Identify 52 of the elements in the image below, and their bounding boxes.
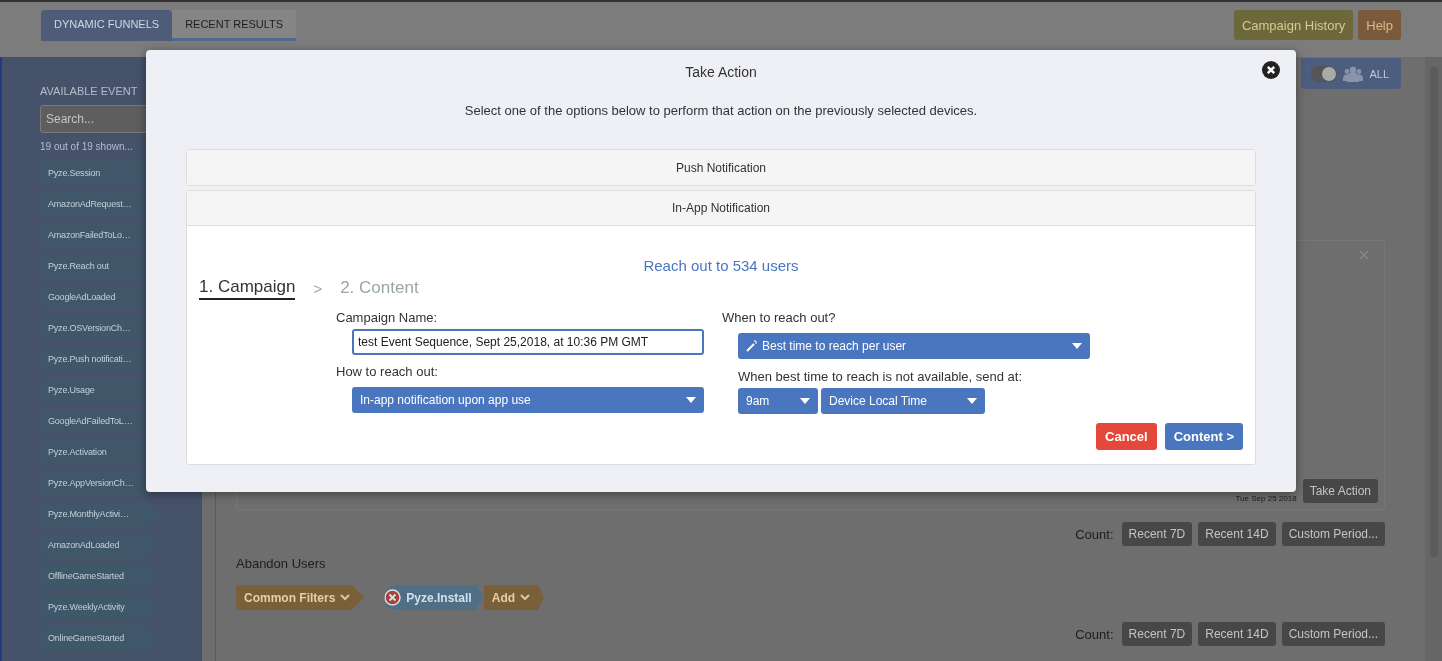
event-tag[interactable]: Pyze.MonthlyActivi… [40,502,162,527]
users-icon [1343,65,1364,82]
reach-count: Reach out to 534 users [643,257,799,274]
section-title: Abandon Users [236,556,327,571]
period-button[interactable]: Custom Period... [1281,622,1385,646]
field-label: Campaign Name: [336,310,438,325]
next-button[interactable]: Content > [1164,423,1243,450]
tab[interactable]: RECENT RESULTS [172,10,297,41]
wizard-step[interactable]: 1. Campaign [199,277,296,300]
help-button[interactable]: Help [1358,10,1401,40]
remove-icon[interactable] [384,589,402,606]
accordion-header[interactable]: In-App Notification [187,191,1255,226]
cancel-button[interactable]: Cancel [1096,423,1157,450]
count-label: Count: [1075,626,1114,642]
accordion-header[interactable]: Push Notification [187,150,1255,185]
event-chip[interactable]: Pyze.Install [384,585,484,610]
sidebar-title: AVAILABLE EVENT [40,85,138,97]
timing-select[interactable]: Best time to reach per user [738,333,1090,359]
field-label: When to reach out? [722,310,836,325]
close-icon[interactable] [1262,61,1280,79]
tab[interactable]: DYNAMIC FUNNELS [41,10,173,41]
period-button[interactable]: Custom Period... [1281,522,1385,546]
magic-wand-icon [746,340,758,352]
event-tag[interactable]: AmazonAdLoaded [40,533,162,558]
event-tag[interactable]: OfflineGameStarted [40,564,162,589]
event-tag[interactable]: Pyze.WeeklyActivity [40,595,162,620]
period-button[interactable]: Recent 14D [1198,522,1276,546]
take-action-button[interactable]: Take Action [1302,479,1378,503]
filter-chip[interactable]: Common Filters [236,585,365,610]
chevron-icon [340,594,351,601]
result-date: Tue Sep 25 2018 [1235,494,1297,503]
period-button[interactable]: Recent 7D [1121,522,1193,546]
toggle-switch[interactable] [1311,65,1338,82]
time-select[interactable]: 9am [738,388,818,414]
dialog-title: Take Action [685,64,757,80]
count-label: Count: [1075,526,1114,542]
field-label: How to reach out: [336,364,438,379]
filter-chip[interactable]: Add [483,585,545,610]
campaign-name-field[interactable]: test Event Sequence, Sept 25,2018, at 10:36 PM GMT [352,329,704,355]
event-tag[interactable]: OnlineGameStarted [40,626,162,651]
wizard-step[interactable]: 2. Content [340,278,419,299]
period-button[interactable]: Recent 7D [1121,622,1193,646]
timezone-select[interactable]: Device Local Time [821,388,985,414]
history-button[interactable]: Campaign History [1233,10,1354,40]
reach-method-select[interactable]: In-app notification upon app use [352,387,704,413]
audience-toggle[interactable]: ALL [1301,58,1401,89]
chevron-icon [520,594,531,601]
period-button[interactable]: Recent 14D [1198,622,1276,646]
dialog-subtitle: Select one of the options below to perform that action on the previously selected devices. [464,103,978,118]
step-separator: > [313,280,323,297]
field-label: When best time to reach is not available, send at: [738,369,1022,384]
event-count: 19 out of 19 shown... [40,141,133,152]
